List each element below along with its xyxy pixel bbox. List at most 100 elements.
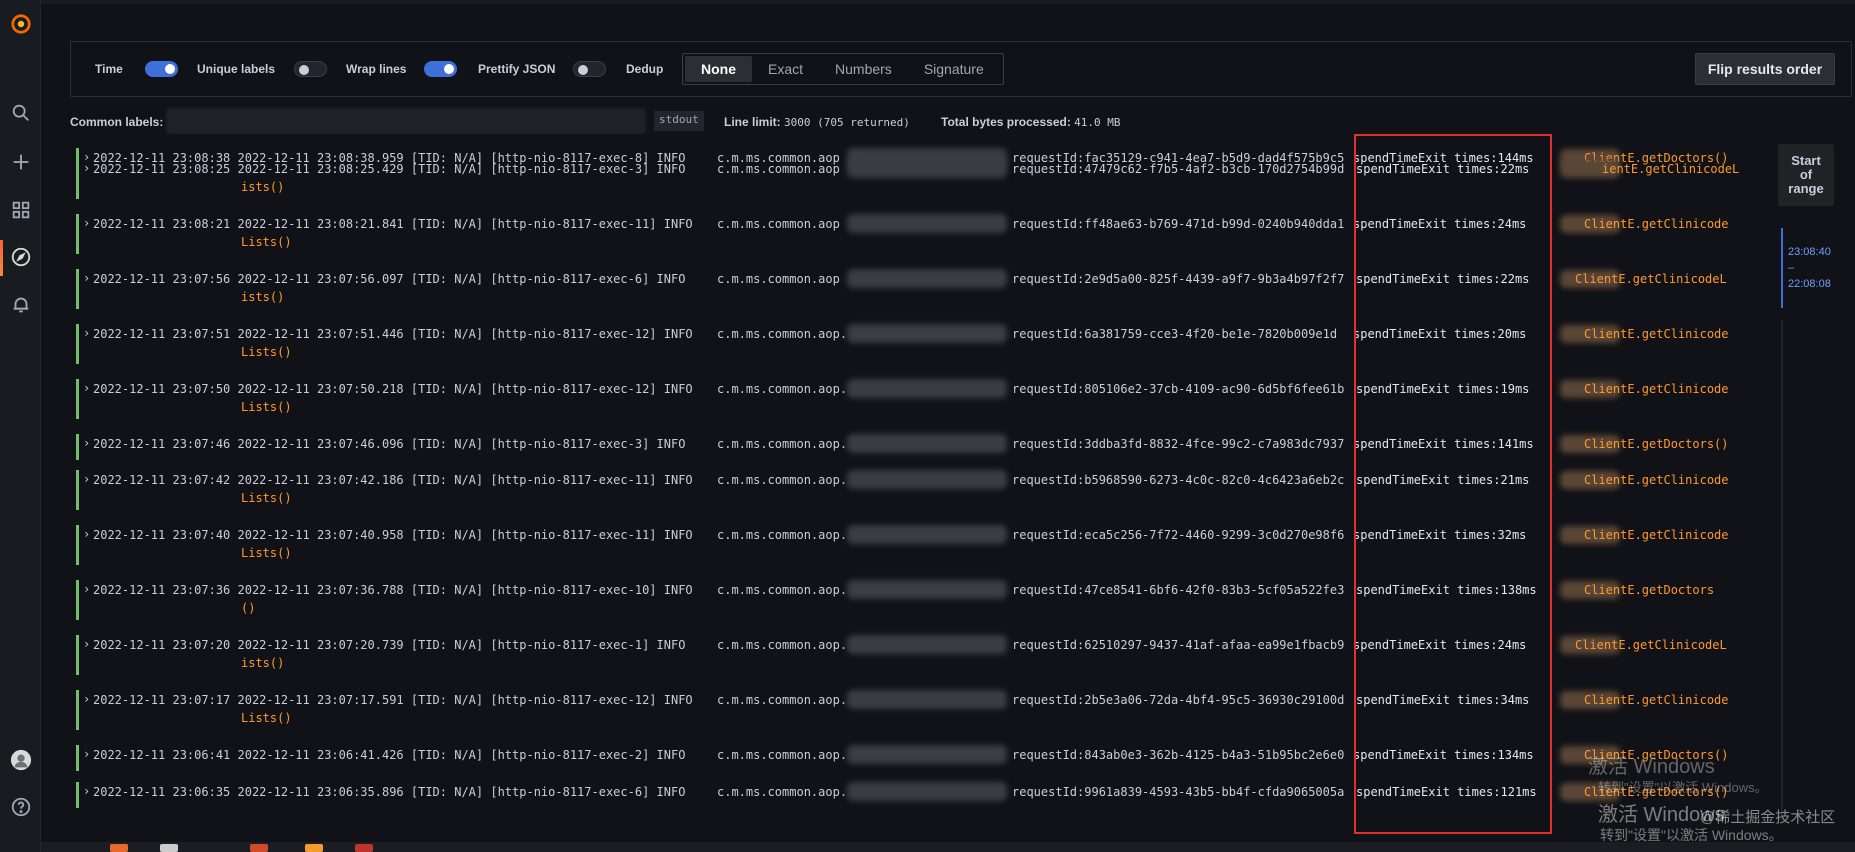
log-line-wrap: Lists() (241, 400, 292, 414)
log-logger-name: c.m.ms.common.aop. (717, 638, 848, 652)
log-row[interactable]: › 2022-12-11 23:06:41 2022-12-11 23:06:41… (72, 745, 1767, 775)
log-line-wrap: ists() (241, 290, 285, 304)
alerting-bell-icon[interactable] (8, 292, 34, 318)
line-limit-label: Line limit: (724, 115, 781, 129)
client-method-name: ClientE.getClinicode (1584, 217, 1729, 231)
dedup-signature-button[interactable]: Signature (908, 56, 1000, 82)
redacted-text (847, 434, 1007, 453)
redacted-text (847, 379, 1007, 398)
dashboards-icon[interactable] (8, 197, 34, 223)
redacted-text (847, 635, 1007, 654)
redacted-text (847, 782, 1007, 801)
unique-labels-toggle[interactable] (294, 61, 327, 77)
wrap-lines-toggle-label: Wrap lines (346, 62, 407, 76)
log-level-bar (76, 745, 79, 771)
log-row[interactable]: › 2022-12-11 23:07:36 2022-12-11 23:07:36… (72, 580, 1767, 624)
expand-chevron-icon[interactable]: › (83, 784, 90, 798)
top-strip (41, 0, 1855, 4)
log-level-bar (76, 434, 79, 460)
spend-time-value: spendTimeExit times:134ms (1353, 748, 1534, 762)
log-request-id: requestId:2e9d5a00-825f-4439-a9f7-9b3a4b… (1012, 272, 1345, 286)
log-row[interactable]: › 2022-12-11 23:07:56 2022-12-11 23:07:56… (72, 269, 1767, 313)
log-row[interactable]: › 2022-12-11 23:07:51 2022-12-11 23:07:51… (72, 324, 1767, 368)
bytes-label: Total bytes processed: (941, 115, 1071, 129)
expand-chevron-icon[interactable]: › (83, 381, 90, 395)
common-labels-redacted (166, 108, 646, 134)
active-nav-indicator (0, 240, 3, 276)
log-row[interactable]: › 2022-12-11 23:07:20 2022-12-11 23:07:20… (72, 635, 1767, 679)
log-row[interactable]: › 2022-12-11 23:07:46 2022-12-11 23:07:46… (72, 434, 1767, 464)
expand-chevron-icon[interactable]: › (83, 161, 90, 175)
help-icon[interactable] (8, 794, 34, 820)
expand-chevron-icon[interactable]: › (83, 692, 90, 706)
range-times: 23:08:40 – 22:08:08 (1788, 246, 1831, 290)
log-line-wrap: Lists() (241, 546, 292, 560)
dedup-numbers-button[interactable]: Numbers (819, 56, 908, 82)
expand-chevron-icon[interactable]: › (83, 271, 90, 285)
user-avatar-icon[interactable] (8, 747, 34, 773)
client-method-name: ClientE.getClinicode (1584, 693, 1729, 707)
wrap-lines-toggle[interactable] (424, 61, 457, 77)
log-logger-name: c.m.ms.common.aop (717, 162, 840, 176)
log-line-text: 2022-12-11 23:07:46 2022-12-11 23:07:46.… (93, 437, 700, 451)
dedup-none-button[interactable]: None (685, 56, 752, 82)
expand-chevron-icon[interactable]: › (83, 472, 90, 486)
expand-chevron-icon[interactable]: › (83, 747, 90, 761)
search-icon[interactable] (8, 100, 34, 126)
time-toggle[interactable] (145, 61, 178, 77)
taskbar-app-icon[interactable] (305, 844, 323, 852)
log-request-id: requestId:62510297-9437-41af-afaa-ea99e1… (1012, 638, 1345, 652)
redacted-text (847, 214, 1007, 233)
explore-compass-icon[interactable] (8, 244, 34, 270)
log-line-text: 2022-12-11 23:07:56 2022-12-11 23:07:56.… (93, 272, 700, 286)
log-request-id: requestId:6a381759-cce3-4f20-be1e-7820b0… (1012, 327, 1338, 341)
log-level-bar (76, 580, 79, 620)
client-method-name: ClientE.getDoctors (1584, 583, 1715, 597)
dedup-exact-button[interactable]: Exact (752, 56, 819, 82)
expand-chevron-icon[interactable]: › (83, 582, 90, 596)
log-line-text: 2022-12-11 23:07:36 2022-12-11 23:07:36.… (93, 583, 708, 597)
log-row[interactable]: › 2022-12-11 23:06:35 2022-12-11 23:06:35… (72, 782, 1767, 812)
log-row[interactable]: › 2022-12-11 23:07:50 2022-12-11 23:07:50… (72, 379, 1767, 423)
log-row[interactable]: › 2022-12-11 23:08:25 2022-12-11 23:08:25… (72, 159, 1767, 203)
expand-chevron-icon[interactable]: › (83, 436, 90, 450)
log-logger-name: c.m.ms.common.aop. (717, 473, 848, 487)
taskbar-app-icon[interactable] (110, 844, 128, 852)
log-options-bar: Time Unique labels Wrap lines Prettify J… (70, 41, 1852, 97)
log-line-wrap: ists() (241, 180, 285, 194)
taskbar-app-icon[interactable] (355, 844, 373, 852)
log-level-bar (76, 379, 79, 419)
redacted-text (847, 324, 1007, 343)
log-level-bar (76, 214, 79, 254)
grafana-logo-icon[interactable] (8, 11, 34, 37)
log-level-bar (76, 324, 79, 364)
flip-results-order-button[interactable]: Flip results order (1695, 53, 1835, 85)
log-line-wrap: Lists() (241, 235, 292, 249)
client-method-name: ClientE.getClinicode (1584, 528, 1729, 542)
spend-time-value: spendTimeExit times:34ms (1356, 693, 1530, 707)
log-row[interactable]: › 2022-12-11 23:08:21 2022-12-11 23:08:21… (72, 214, 1767, 258)
expand-chevron-icon[interactable]: › (83, 326, 90, 340)
spend-time-value: spendTimeExit times:121ms (1356, 785, 1537, 799)
expand-chevron-icon[interactable]: › (83, 527, 90, 541)
log-logger-name: c.m.ms.common.aop (717, 217, 840, 231)
log-row[interactable]: › 2022-12-11 23:07:40 2022-12-11 23:07:40… (72, 525, 1767, 569)
prettify-json-toggle[interactable] (573, 61, 606, 77)
log-line-text: 2022-12-11 23:08:21 2022-12-11 23:08:21.… (93, 217, 708, 231)
log-row[interactable]: › 2022-12-11 23:07:42 2022-12-11 23:07:42… (72, 470, 1767, 514)
log-line-wrap: Lists() (241, 345, 292, 359)
expand-chevron-icon[interactable]: › (83, 637, 90, 651)
taskbar-app-icon[interactable] (160, 844, 178, 852)
unique-labels-toggle-label: Unique labels (197, 62, 276, 76)
log-logger-name: c.m.ms.common.aop. (717, 327, 848, 341)
log-row[interactable]: › 2022-12-11 23:07:17 2022-12-11 23:07:17… (72, 690, 1767, 734)
line-limit-value: 3000 (705 returned) (784, 116, 910, 129)
taskbar-app-icon[interactable] (250, 844, 268, 852)
log-request-id: requestId:47479c62-f7b5-4af2-b3cb-170d27… (1012, 162, 1345, 176)
expand-chevron-icon[interactable]: › (83, 216, 90, 230)
spend-time-value: spendTimeExit times:20ms (1353, 327, 1527, 341)
total-bytes-processed: Total bytes processed: 41.0 MB (941, 115, 1121, 129)
create-plus-icon[interactable] (8, 149, 34, 175)
start-of-range-button[interactable]: Start of range (1778, 144, 1834, 206)
dedup-label: Dedup (626, 62, 664, 76)
